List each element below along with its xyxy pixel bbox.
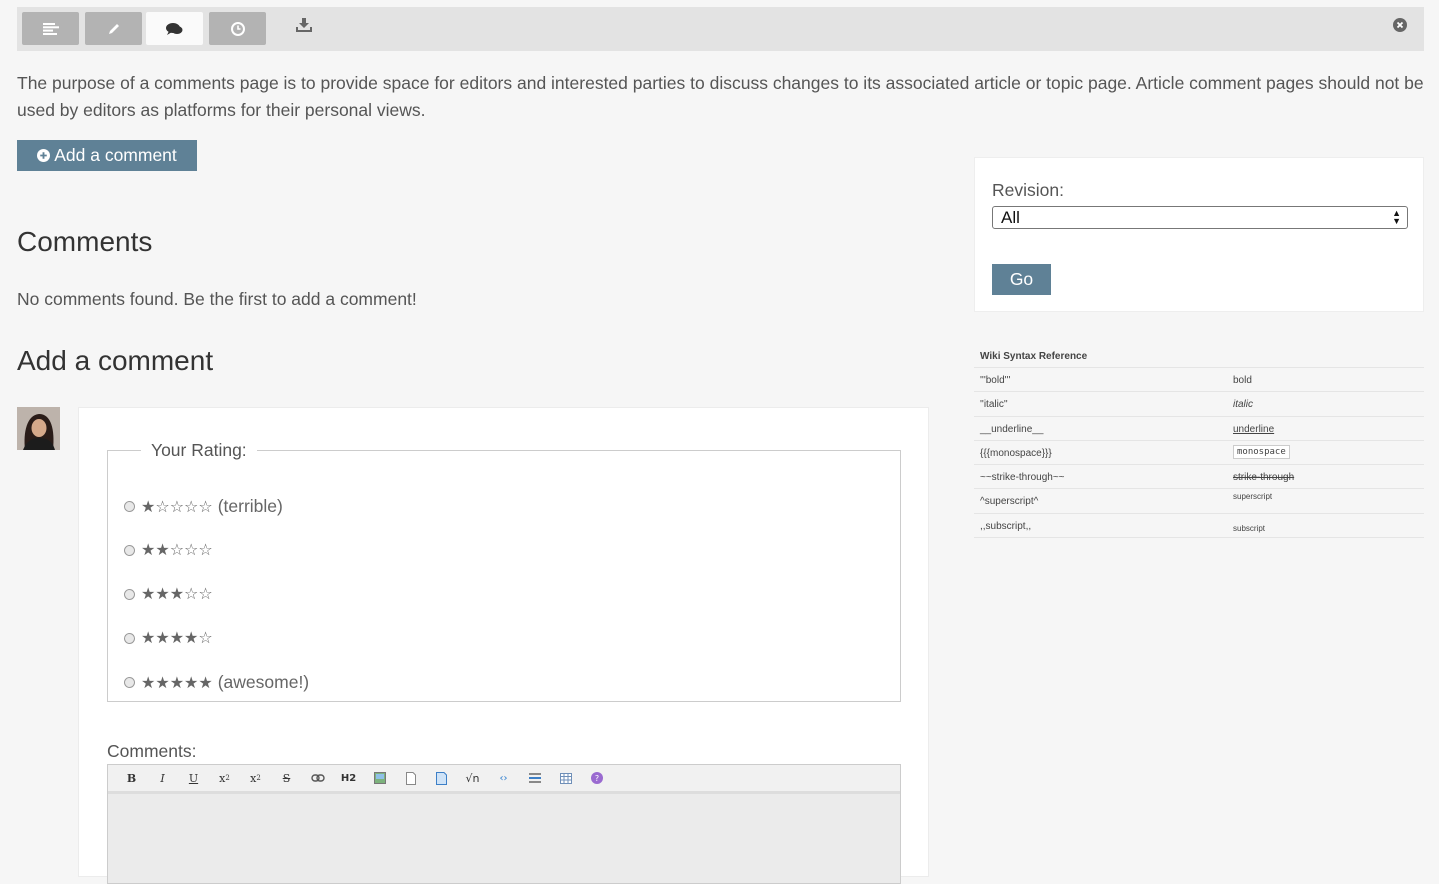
- horizontal-rule-icon[interactable]: [519, 768, 550, 788]
- revision-filter-panel: Revision: All ▲ ▼ Go: [974, 157, 1424, 312]
- link-icon[interactable]: [302, 768, 333, 788]
- superscript-icon[interactable]: x2: [209, 768, 240, 788]
- wiki-syntax-reference: Wiki Syntax Reference '''bold''' bold ''…: [974, 347, 1424, 539]
- rating-option[interactable]: ★★★☆☆: [124, 584, 218, 604]
- rating-fieldset: Your Rating: ★☆☆☆☆ (terrible) ★★☆☆☆ ★★★☆…: [107, 440, 901, 702]
- result-cell: subscript: [1233, 523, 1266, 533]
- document-icon[interactable]: [426, 768, 457, 788]
- image-icon[interactable]: [364, 768, 395, 788]
- star-rating-icon: ★★★★☆: [141, 630, 213, 647]
- page-icon[interactable]: [395, 768, 426, 788]
- code-icon[interactable]: ‹›: [488, 768, 519, 788]
- star-rating-icon: ★★★★★: [141, 674, 213, 692]
- rating-option[interactable]: ★★☆☆☆: [124, 540, 218, 560]
- result-cell: underline: [1233, 423, 1275, 435]
- plus-circle-icon: [37, 149, 51, 162]
- svg-text:?: ?: [594, 774, 598, 783]
- help-icon[interactable]: ?: [581, 768, 612, 788]
- underline-icon[interactable]: U: [178, 768, 209, 788]
- table-row: ~~strike-through~~ strike-through: [974, 465, 1424, 490]
- radio-button[interactable]: [124, 677, 135, 688]
- add-comment-heading: Add a comment: [17, 345, 214, 376]
- tab-history[interactable]: [209, 12, 266, 45]
- table-icon[interactable]: [550, 768, 581, 788]
- comments-icon: [166, 22, 183, 35]
- close-circle-icon[interactable]: [1393, 18, 1407, 37]
- avatar: [17, 407, 60, 450]
- italic-icon[interactable]: I: [147, 768, 178, 788]
- add-comment-button-label: Add a comment: [54, 145, 177, 165]
- syntax-cell: ^superscript^: [980, 496, 1039, 508]
- intro-text: The purpose of a comments page is to pro…: [17, 73, 1424, 120]
- syntax-cell: ,,subscript,,: [980, 520, 1032, 532]
- add-comment-form: Your Rating: ★☆☆☆☆ (terrible) ★★☆☆☆ ★★★☆…: [78, 407, 929, 884]
- table-row: __underline__ underline: [974, 417, 1424, 441]
- star-rating-icon: ★★★☆☆: [141, 586, 213, 603]
- star-rating-icon: ★★☆☆☆: [141, 542, 213, 559]
- math-icon[interactable]: √n: [457, 768, 488, 788]
- editor-toolbar: B I U x2 x2 S H2 √n ‹› ?: [108, 765, 900, 794]
- rating-option[interactable]: ★★★★★ (awesome!): [124, 672, 309, 693]
- syntax-cell: '''bold''': [980, 375, 1011, 386]
- subscript-icon[interactable]: x2: [240, 768, 271, 788]
- tab-view[interactable]: [22, 12, 79, 45]
- syntax-cell: __underline__: [980, 423, 1044, 435]
- select-arrows-icon: ▲ ▼: [1392, 208, 1401, 226]
- table-row: {{{monospace}}} monospace: [974, 441, 1424, 466]
- revision-select[interactable]: All ▲ ▼: [992, 206, 1408, 229]
- radio-button[interactable]: [124, 544, 135, 556]
- strikethrough-icon[interactable]: S: [271, 768, 302, 788]
- revision-label: Revision:: [992, 180, 1064, 200]
- result-cell: monospace: [1233, 444, 1290, 459]
- result-cell: strike-through: [1233, 472, 1295, 484]
- syntax-cell: ~~strike-through~~: [980, 472, 1065, 484]
- wiki-reference-title: Wiki Syntax Reference: [974, 347, 1424, 368]
- go-button[interactable]: Go: [992, 264, 1051, 295]
- syntax-cell: {{{monospace}}}: [980, 447, 1052, 459]
- download-icon[interactable]: [296, 18, 312, 37]
- table-row: ,,subscript,, subscript: [974, 514, 1424, 539]
- radio-button[interactable]: [124, 501, 135, 512]
- align-left-icon: [42, 22, 59, 35]
- bold-icon[interactable]: B: [116, 768, 147, 788]
- radio-button[interactable]: [124, 588, 135, 600]
- comments-heading: Comments: [17, 226, 153, 257]
- tab-comments[interactable]: [146, 12, 203, 45]
- heading-icon[interactable]: H2: [333, 768, 364, 788]
- comments-field-label: Comments:: [107, 741, 197, 761]
- result-cell: superscript: [1233, 492, 1273, 502]
- rating-option[interactable]: ★★★★☆: [124, 628, 218, 648]
- table-row: ''italic'' italic: [974, 392, 1424, 417]
- clock-icon: [230, 21, 245, 36]
- table-row: '''bold''' bold: [974, 368, 1424, 393]
- result-cell-wrapper: monospace: [1233, 444, 1290, 459]
- rating-legend: Your Rating:: [151, 440, 247, 460]
- tab-edit[interactable]: [85, 12, 142, 45]
- add-comment-button[interactable]: Add a comment: [17, 140, 197, 171]
- comment-editor[interactable]: B I U x2 x2 S H2 √n ‹› ?: [107, 764, 901, 884]
- page-toolbar: [17, 7, 1424, 51]
- star-rating-icon: ★☆☆☆☆: [141, 498, 213, 516]
- rating-option-label: (terrible): [217, 496, 283, 516]
- result-cell: italic: [1233, 399, 1254, 411]
- syntax-cell: ''italic'': [980, 399, 1008, 411]
- pencil-icon: [108, 23, 119, 34]
- table-row: ^superscript^ superscript: [974, 489, 1424, 514]
- no-comments-message: No comments found. Be the first to add a…: [17, 289, 417, 309]
- radio-button[interactable]: [124, 632, 135, 644]
- result-cell: bold: [1233, 375, 1252, 386]
- rating-option[interactable]: ★☆☆☆☆ (terrible): [124, 496, 283, 517]
- rating-option-label: (awesome!): [217, 672, 310, 692]
- revision-selected-value: All: [1001, 208, 1020, 227]
